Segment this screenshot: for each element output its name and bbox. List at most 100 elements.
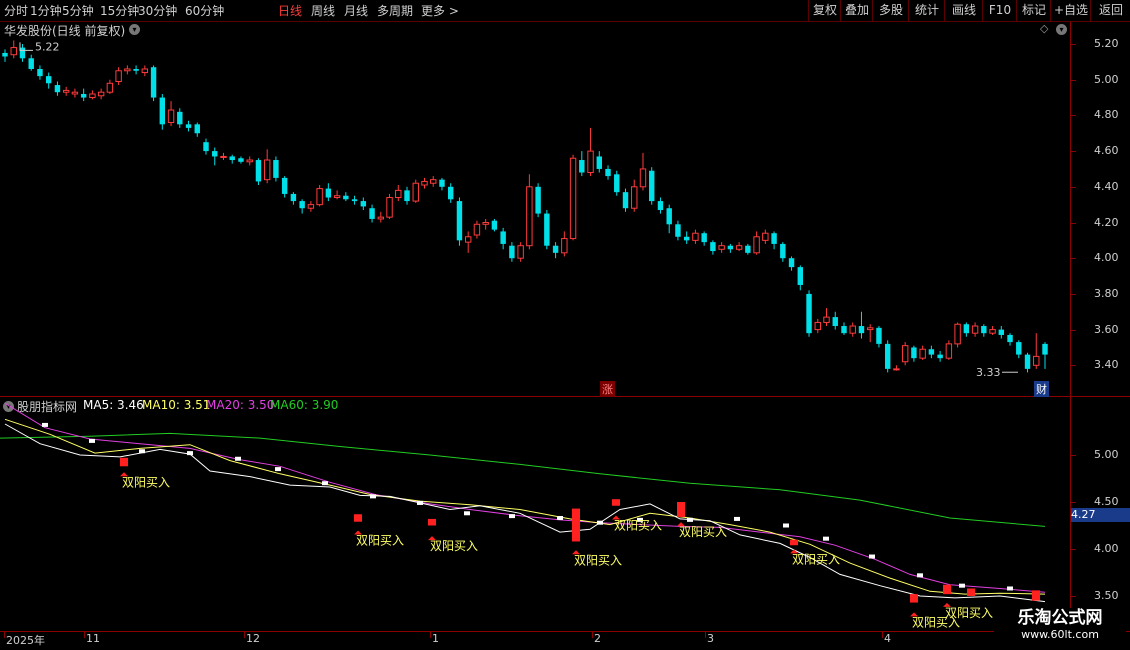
candle-body xyxy=(971,325,979,334)
toolbar-button-4[interactable]: 画线 xyxy=(944,0,983,21)
candle-body xyxy=(718,245,725,250)
candle-body xyxy=(989,329,996,334)
price-tick-mark xyxy=(1070,115,1076,117)
period-tab-3[interactable]: 15分钟 xyxy=(100,2,139,19)
candle xyxy=(605,165,611,180)
candle-body xyxy=(675,224,681,237)
candle xyxy=(106,79,114,94)
candle xyxy=(386,193,393,219)
period-tab-5[interactable]: 60分钟 xyxy=(185,2,224,19)
candle-body xyxy=(395,189,402,199)
candle-body xyxy=(369,208,375,219)
candle-body xyxy=(649,170,655,202)
candle xyxy=(517,242,524,262)
candle-body xyxy=(605,168,611,177)
indicator-tick: 4.00 xyxy=(1094,542,1119,555)
candle xyxy=(115,67,122,86)
candle xyxy=(273,156,279,182)
toolbar-button-6[interactable]: 标记 xyxy=(1016,0,1051,21)
period-tab-9[interactable]: 多周期 xyxy=(377,2,413,19)
toolbar-button-3[interactable]: 统计 xyxy=(908,0,945,21)
toolbar-button-5[interactable]: F10 xyxy=(982,0,1017,21)
time-tick: 1 xyxy=(432,632,439,645)
candle-body xyxy=(404,190,410,202)
candle-body xyxy=(421,180,428,186)
price-tick: 3.40 xyxy=(1094,358,1119,372)
candle-body xyxy=(867,327,874,331)
candle-body xyxy=(509,245,515,259)
candle xyxy=(780,242,786,262)
ma20-marker xyxy=(89,438,95,443)
price-tick-mark xyxy=(1070,79,1076,81)
period-tab-1[interactable]: 1分钟 xyxy=(30,2,62,19)
period-tab-8[interactable]: 月线 xyxy=(344,2,368,19)
candle-body xyxy=(858,326,865,334)
toolbar-button-7[interactable]: +自选 xyxy=(1050,0,1091,21)
watermark-url: www.60lt.com xyxy=(1021,628,1099,641)
candle-body xyxy=(745,245,751,253)
candle xyxy=(343,192,349,202)
indicator-chart[interactable]: 双阳买入双阳买入 双阳买入双阳买入双阳买入 双阳买入双阳买入双阳买入双阳买入 xyxy=(0,397,1070,631)
time-tick-mark xyxy=(4,632,5,638)
candle-body xyxy=(106,82,114,93)
watermark-logo: 乐淘公式网 www.60lt.com xyxy=(994,608,1126,644)
zhang-badge[interactable]: 涨 xyxy=(600,381,615,397)
candle-body xyxy=(386,197,393,218)
toolbar-button-0[interactable]: 复权 xyxy=(808,0,841,21)
ma20-marker xyxy=(417,500,423,505)
candle-body xyxy=(893,368,900,371)
toolbar-button-2[interactable]: 多股 xyxy=(872,0,909,21)
candle-body xyxy=(500,231,506,244)
candle-body xyxy=(954,323,961,345)
candle xyxy=(657,197,664,214)
signal-bar xyxy=(428,518,436,526)
candle-body xyxy=(517,245,524,259)
candle xyxy=(203,138,209,155)
period-tab-10[interactable]: 更多 > xyxy=(421,2,459,19)
period-toolbar: 分时 1分钟 5分钟 15分钟 30分钟 60分钟 日线 周线 月线 多周期 更多 > 复权 叠加 多股… xyxy=(0,0,1130,22)
candle-body xyxy=(456,201,463,241)
candle xyxy=(771,231,777,250)
time-tick: 11 xyxy=(86,632,100,645)
candle-body xyxy=(263,159,271,181)
toolbar-button-1[interactable]: 叠加 xyxy=(840,0,873,21)
period-tab-7[interactable]: 周线 xyxy=(311,2,335,19)
indicator-tick: 3.50 xyxy=(1094,589,1119,602)
ma20-line xyxy=(4,402,1046,593)
candle xyxy=(849,322,856,337)
candle-body xyxy=(928,349,935,355)
candle-body xyxy=(377,216,385,220)
buy-signal-label: 双阳买入 xyxy=(945,606,993,620)
buy-signal-label: 双阳买入 xyxy=(614,519,662,533)
candle xyxy=(639,152,647,191)
price-axis-divider xyxy=(1070,22,1071,632)
candle xyxy=(901,342,909,366)
candle xyxy=(290,192,297,205)
period-tab-6[interactable]: 日线 xyxy=(278,2,302,19)
candle xyxy=(893,365,900,371)
candle-body xyxy=(45,76,52,84)
candle-body xyxy=(876,327,882,344)
period-tab-4[interactable]: 30分钟 xyxy=(138,2,177,19)
cai-badge[interactable]: 财 xyxy=(1034,381,1049,397)
candle xyxy=(945,340,953,360)
time-tick-mark xyxy=(430,632,431,638)
candle xyxy=(448,183,454,203)
candle-body xyxy=(849,325,856,334)
ma5-line xyxy=(4,423,1046,603)
period-tab-2[interactable]: 5分钟 xyxy=(62,2,94,19)
candlestick-chart[interactable]: 5.22 3.33 xyxy=(0,22,1070,396)
candle xyxy=(473,220,481,239)
indicator-tick: 5.00 xyxy=(1094,448,1119,461)
price-tick: 3.60 xyxy=(1094,322,1119,336)
candle xyxy=(28,54,34,71)
candle-body xyxy=(54,85,61,93)
toolbar-button-8[interactable]: 返回 xyxy=(1090,0,1130,21)
price-tick: 3.80 xyxy=(1094,286,1119,300)
candle xyxy=(631,179,638,212)
period-tab-0[interactable]: 分时 xyxy=(4,2,28,19)
candle xyxy=(71,88,79,98)
signal-bar xyxy=(612,499,620,506)
candle xyxy=(735,242,743,252)
candle xyxy=(124,65,131,75)
